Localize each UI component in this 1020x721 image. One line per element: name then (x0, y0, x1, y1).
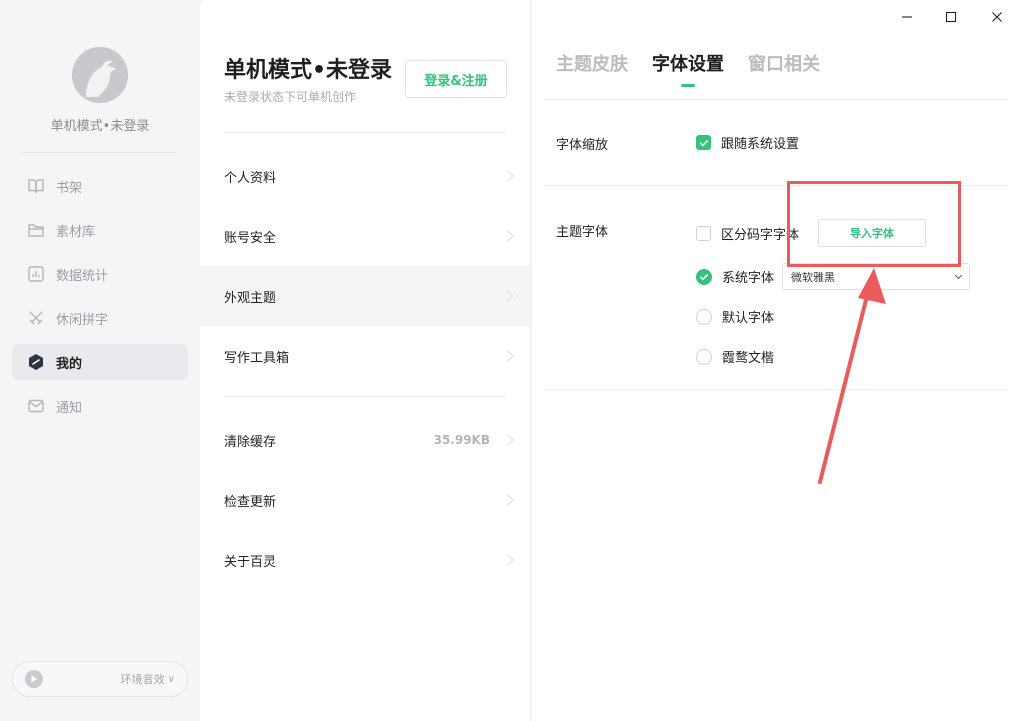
cache-size-value: 35.99KB (433, 433, 490, 447)
tabs-divider (544, 99, 1008, 100)
minimize-icon (902, 16, 912, 18)
menu-item-account-security[interactable]: 账号安全 (200, 206, 530, 266)
play-icon (25, 670, 43, 688)
chevron-down-icon: ∨ (167, 673, 175, 685)
mail-icon (26, 396, 46, 416)
chevron-right-icon (502, 290, 514, 302)
menu-item-label: 写作工具箱 (224, 350, 290, 366)
sidebar-item-statistics[interactable]: 数据统计 (12, 256, 188, 292)
radio-unselected-icon (696, 308, 712, 325)
tab-label: 窗口相关 (748, 54, 820, 75)
section-divider (544, 185, 1008, 186)
tab-theme-skin[interactable]: 主题皮肤 (556, 50, 628, 76)
account-title: 单机模式•未登录 (224, 58, 393, 83)
code-font-label: 区分码字字体 (721, 228, 800, 243)
sidebar: 单机模式•未登录 书架 素材库 数据统计 休闲拼字 我的 通知 环境音效 ∨ (0, 0, 200, 721)
close-button[interactable] (984, 6, 1010, 28)
checkbox-checked-icon (696, 135, 711, 150)
menu-item-appearance[interactable]: 外观主题 (200, 266, 530, 326)
sidebar-item-materials[interactable]: 素材库 (12, 212, 188, 248)
sidebar-divider (22, 152, 176, 153)
sidebar-item-casual-game[interactable]: 休闲拼字 (12, 300, 188, 336)
account-subtitle: 未登录状态下可单机创作 (224, 90, 357, 104)
chevron-right-icon (502, 230, 514, 242)
import-font-button[interactable]: 导入字体 (818, 219, 926, 247)
font-option-label: 默认字体 (722, 311, 775, 326)
font-scale-label: 字体缩放 (556, 138, 609, 153)
follow-system-label: 跟随系统设置 (721, 137, 800, 152)
sidebar-item-label: 书架 (56, 180, 83, 196)
system-font-value: 微软雅黑 (791, 270, 835, 284)
menu-item-profile[interactable]: 个人资料 (200, 146, 530, 206)
chevron-down-icon (954, 271, 963, 279)
follow-system-checkbox[interactable]: 跟随系统设置 (696, 133, 799, 152)
menu-item-about[interactable]: 关于百灵 (200, 530, 530, 590)
book-icon (26, 176, 46, 196)
tab-font-settings[interactable]: 字体设置 (652, 50, 724, 87)
sidebar-item-label: 我的 (56, 356, 83, 372)
font-option-default[interactable]: 默认字体 (696, 307, 774, 326)
settings-panel: 主题皮肤 字体设置 窗口相关 字体缩放 跟随系统设置 主题字体 区分码字字体 导… (532, 0, 1020, 721)
settings-tabs: 主题皮肤 字体设置 窗口相关 (556, 50, 844, 87)
sidebar-item-label: 数据统计 (56, 268, 109, 284)
menu-item-label: 检查更新 (224, 494, 277, 510)
chevron-right-icon (502, 170, 514, 182)
menu-item-clear-cache[interactable]: 清除缓存 35.99KB (200, 410, 530, 470)
menu-item-label: 关于百灵 (224, 554, 277, 570)
font-option-system[interactable]: 系统字体 (696, 267, 774, 286)
maximize-button[interactable] (938, 6, 964, 28)
minimize-button[interactable] (894, 6, 920, 28)
menu-item-check-update[interactable]: 检查更新 (200, 470, 530, 530)
tab-label: 主题皮肤 (556, 54, 628, 75)
chevron-right-icon (502, 434, 514, 446)
section-divider (544, 389, 1008, 390)
menu-item-label: 清除缓存 (224, 434, 277, 450)
user-badge-icon (26, 352, 46, 372)
sidebar-nav: 书架 素材库 数据统计 休闲拼字 我的 通知 (12, 168, 188, 432)
menu-item-label: 个人资料 (224, 170, 277, 186)
sidebar-item-notifications[interactable]: 通知 (12, 388, 188, 424)
active-tab-indicator (681, 84, 695, 87)
sidebar-item-bookshelf[interactable]: 书架 (12, 168, 188, 204)
sidebar-user-name: 单机模式•未登录 (50, 119, 150, 134)
menu-item-label: 外观主题 (224, 290, 277, 306)
close-icon (992, 12, 1002, 22)
tab-window[interactable]: 窗口相关 (748, 50, 820, 76)
folder-icon (26, 220, 46, 240)
sidebar-item-label: 素材库 (56, 224, 96, 240)
menu-divider (224, 396, 507, 397)
account-panel: 单机模式•未登录 未登录状态下可单机创作 登录&注册 个人资料 账号安全 外观主… (200, 0, 531, 721)
ambient-sound-toggle[interactable]: 环境音效 ∨ (12, 661, 188, 697)
font-option-label: 霞鹜文楷 (722, 351, 775, 366)
menu-item-label: 账号安全 (224, 230, 277, 246)
chevron-right-icon (502, 494, 514, 506)
font-option-label: 系统字体 (722, 271, 775, 286)
bird-avatar-icon (72, 47, 128, 103)
maximize-icon (945, 11, 957, 23)
chart-icon (26, 264, 46, 284)
login-register-button[interactable]: 登录&注册 (405, 60, 507, 98)
system-font-select[interactable]: 微软雅黑 (782, 263, 970, 290)
sidebar-item-label: 通知 (56, 400, 83, 416)
checkbox-unchecked-icon (696, 226, 711, 241)
ambient-sound-label: 环境音效 (120, 673, 165, 686)
sidebar-item-label: 休闲拼字 (56, 312, 109, 328)
code-font-checkbox[interactable]: 区分码字字体 (696, 224, 799, 243)
sword-icon (26, 308, 46, 328)
tab-label: 字体设置 (652, 54, 724, 75)
radio-unselected-icon (696, 348, 712, 365)
font-option-lxgw-wenkai[interactable]: 霞鹜文楷 (696, 347, 774, 366)
theme-font-label: 主题字体 (556, 225, 609, 240)
menu-item-writing-toolbox[interactable]: 写作工具箱 (200, 326, 530, 386)
radio-selected-icon (696, 268, 712, 285)
chevron-right-icon (502, 350, 514, 362)
avatar[interactable] (72, 47, 128, 103)
chevron-right-icon (502, 554, 514, 566)
sidebar-item-mine[interactable]: 我的 (12, 344, 188, 380)
account-divider (224, 132, 507, 133)
